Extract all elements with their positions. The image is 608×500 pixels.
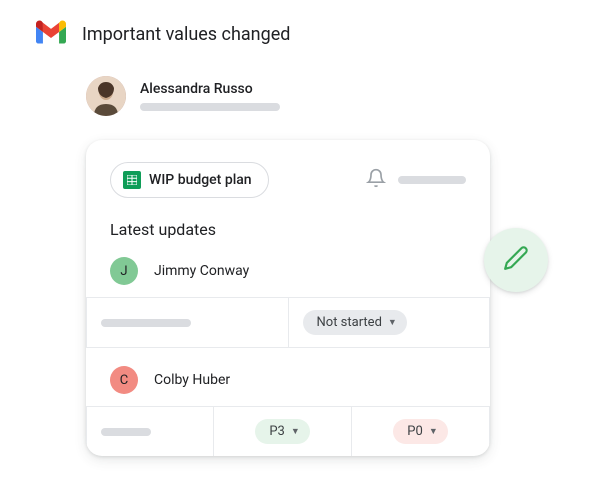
sender-avatar: [86, 76, 126, 116]
section-title: Latest updates: [110, 220, 466, 239]
placeholder-text: [140, 103, 280, 111]
priority-dropdown[interactable]: P0 ▼: [393, 419, 447, 444]
table-cell: [87, 407, 213, 456]
bell-icon[interactable]: [366, 168, 386, 192]
file-chip-label: WIP budget plan: [149, 172, 252, 188]
person-row: C Colby Huber: [110, 366, 466, 394]
placeholder-text: [101, 319, 191, 327]
pencil-icon: [503, 245, 529, 275]
placeholder-text: [101, 428, 151, 436]
priority-label: P0: [407, 424, 423, 439]
chevron-down-icon: ▼: [429, 426, 438, 437]
table-cell: P3 ▼: [213, 407, 351, 456]
person-avatar: C: [110, 366, 138, 394]
person-avatar: J: [110, 257, 138, 285]
table-cell: Not started ▼: [288, 298, 490, 347]
file-chip[interactable]: WIP budget plan: [110, 162, 269, 198]
priority-dropdown[interactable]: P3 ▼: [255, 419, 309, 444]
updates-card: WIP budget plan Latest updates J Jimmy C…: [86, 140, 490, 456]
status-label: Not started: [317, 315, 382, 330]
sheets-icon: [123, 171, 141, 189]
person-name: Jimmy Conway: [154, 263, 249, 279]
card-header: WIP budget plan: [110, 162, 466, 198]
person-row: J Jimmy Conway: [110, 257, 466, 285]
table-row: Not started ▼: [86, 297, 490, 348]
table-cell: [87, 298, 288, 347]
chevron-down-icon: ▼: [388, 317, 397, 328]
email-subject: Important values changed: [82, 24, 290, 45]
email-header: Important values changed: [0, 0, 608, 48]
chevron-down-icon: ▼: [291, 426, 300, 437]
table-cell: P0 ▼: [351, 407, 489, 456]
status-dropdown[interactable]: Not started ▼: [303, 310, 407, 335]
table-row: P3 ▼ P0 ▼: [86, 406, 490, 456]
placeholder-text: [398, 176, 466, 184]
gmail-logo-icon: [36, 20, 66, 48]
sender-row: Alessandra Russo: [0, 48, 608, 116]
sender-info: Alessandra Russo: [140, 81, 280, 111]
sender-name: Alessandra Russo: [140, 81, 280, 97]
priority-label: P3: [269, 424, 285, 439]
edit-fab[interactable]: [484, 228, 548, 292]
person-name: Colby Huber: [154, 372, 230, 388]
